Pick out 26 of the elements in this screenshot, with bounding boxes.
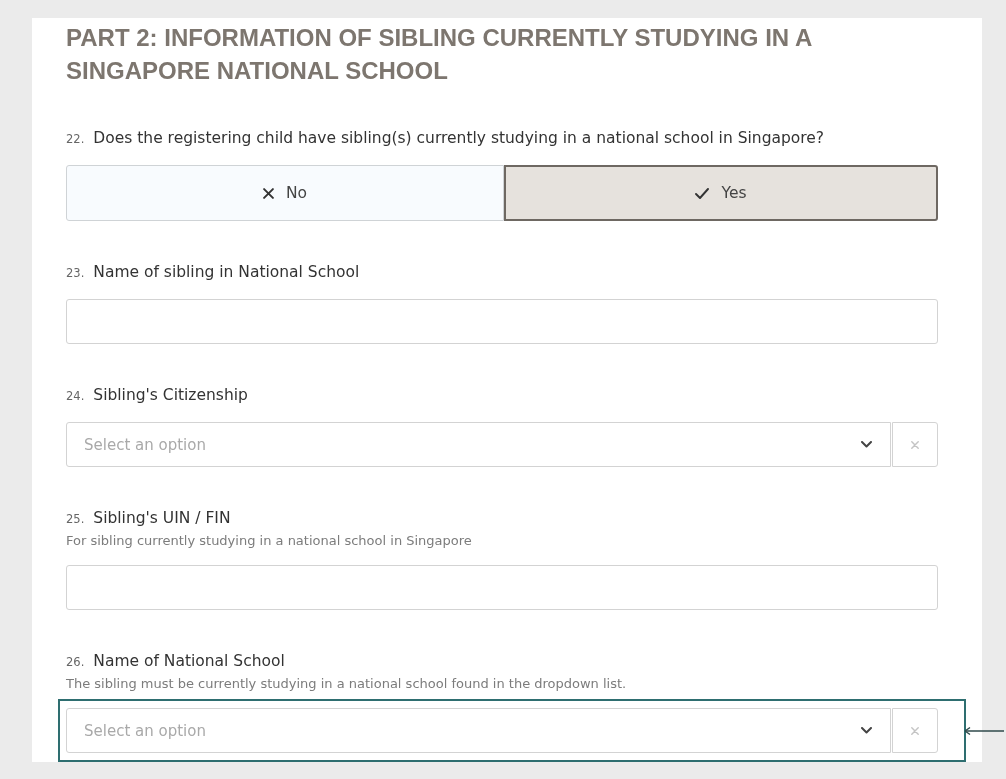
text-field[interactable] (66, 299, 938, 344)
option-button[interactable]: Yes (504, 165, 938, 221)
close-icon (911, 726, 919, 735)
question-number: 26. (66, 654, 85, 671)
text-field[interactable] (66, 565, 938, 610)
close-icon (911, 440, 919, 449)
question-number: 23. (66, 265, 85, 282)
question-hint: The sibling must be currently studying in a national school found in the dropdown list. (66, 675, 628, 693)
question-label: Name of National School (93, 651, 285, 672)
clear-button[interactable] (892, 422, 938, 467)
option-button[interactable]: No (66, 165, 504, 221)
question-label: Sibling's UIN / FIN (93, 508, 231, 529)
annotation-arrow (964, 725, 1004, 736)
check-icon (695, 187, 710, 199)
clear-button[interactable] (892, 708, 938, 753)
question-number: 24. (66, 388, 85, 405)
question-number: 25. (66, 511, 85, 528)
chevron-down-icon (861, 441, 872, 448)
question-label: Sibling's Citizenship (93, 385, 248, 406)
x-icon (262, 187, 274, 199)
question-hint: For sibling currently studying in a national school in Singapore (66, 532, 473, 550)
section-title: PART 2: INFORMATION OF SIBLING CURRENTLY STUDYING IN A SINGAPORE NATIONAL SCHOOL (66, 23, 813, 86)
question-label: Does the registering child have sibling(s) currently studying in a national school in Singapore? (93, 128, 825, 149)
question-number: 22. (66, 131, 85, 148)
question-label: Name of sibling in National School (93, 262, 360, 283)
chevron-down-icon (861, 727, 872, 734)
